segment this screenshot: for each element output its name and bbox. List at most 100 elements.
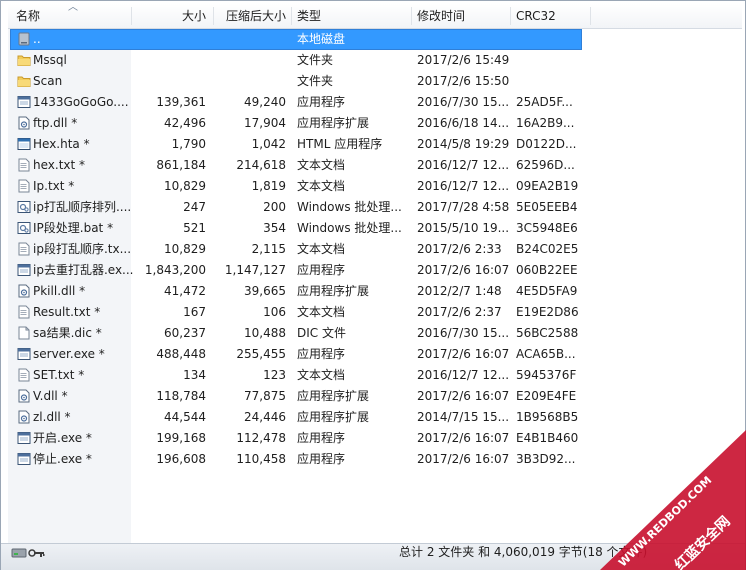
modified-time: 2017/2/6 2:37 bbox=[417, 305, 502, 319]
modified-time: 2012/2/7 1:48 bbox=[417, 284, 502, 298]
crc-value bbox=[516, 50, 596, 71]
file-row[interactable]: ip打乱顺序排列.... 247 200 Windows 批处理... 2017/7/2… bbox=[8, 197, 742, 218]
exe-icon bbox=[17, 263, 31, 277]
packed-size: 106 bbox=[263, 305, 286, 319]
file-row[interactable]: 开启.exe * 199,168 112,478 应用程序 2017/2/6 16:07… bbox=[8, 428, 742, 449]
file-name: Hex.hta * bbox=[33, 137, 90, 151]
file-row[interactable]: Hex.hta * 1,790 1,042 HTML 应用程序 2014/5/8 19:… bbox=[8, 134, 742, 155]
file-size bbox=[132, 29, 206, 50]
file-size: 199,168 bbox=[156, 431, 206, 445]
crc-value bbox=[516, 71, 596, 92]
file-name: Pkill.dll * bbox=[33, 284, 86, 298]
file-row[interactable]: 1433GoGoGo.... 139,361 49,240 应用程序 2016/7/30… bbox=[8, 92, 742, 113]
drive-icon bbox=[17, 32, 31, 46]
file-row[interactable]: V.dll * 118,784 77,875 应用程序扩展 2017/2/6 16:07… bbox=[8, 386, 742, 407]
modified-time: 2017/2/6 16:07 bbox=[417, 452, 510, 466]
dll-icon bbox=[17, 284, 31, 298]
file-row[interactable]: .. 本地磁盘 bbox=[8, 29, 742, 50]
exe-icon bbox=[17, 95, 31, 109]
crc-value: 3B3D92... bbox=[516, 452, 576, 466]
file-size: 41,472 bbox=[164, 284, 206, 298]
file-size bbox=[132, 50, 206, 71]
crc-value: E19E2D86 bbox=[516, 305, 579, 319]
modified-time: 2017/2/6 16:07 bbox=[417, 263, 510, 277]
status-icons bbox=[11, 546, 47, 563]
column-type-header[interactable]: 类型 bbox=[297, 4, 321, 28]
file-type: 文本文档 bbox=[297, 305, 346, 319]
modified-time: 2017/2/6 16:07 bbox=[417, 389, 510, 403]
file-size: 167 bbox=[183, 305, 206, 319]
file-type: 应用程序 bbox=[297, 431, 346, 445]
file-size: 1,843,200 bbox=[144, 263, 206, 277]
crc-value: 5E05EEB4 bbox=[516, 200, 578, 214]
key-status-icon bbox=[28, 549, 45, 557]
file-type: 文本文档 bbox=[297, 158, 346, 172]
file-name: Mssql bbox=[33, 53, 67, 67]
crc-value: 060B22EE bbox=[516, 263, 578, 277]
column-name-header[interactable]: 名称 bbox=[16, 4, 40, 28]
crc-value: E4B1B460 bbox=[516, 431, 579, 445]
file-type: Windows 批处理... bbox=[297, 221, 402, 235]
file-type: 文件夹 bbox=[297, 74, 334, 88]
modified-time: 2016/7/30 15... bbox=[417, 326, 510, 340]
file-row[interactable]: sa结果.dic * 60,237 10,488 DIC 文件 2016/7/30 15… bbox=[8, 323, 742, 344]
file-row[interactable]: SET.txt * 134 123 文本文档 2016/12/7 12... 594537… bbox=[8, 365, 742, 386]
file-size: 60,237 bbox=[164, 326, 206, 340]
file-type: 本地磁盘 bbox=[297, 32, 346, 46]
column-size-header[interactable]: 大小 bbox=[132, 4, 206, 28]
packed-size bbox=[218, 50, 286, 71]
file-type: HTML 应用程序 bbox=[297, 137, 383, 151]
file-name: V.dll * bbox=[33, 389, 68, 403]
file-row[interactable]: IP段处理.bat * 521 354 Windows 批处理... 2015/5/10… bbox=[8, 218, 742, 239]
file-name: 停止.exe * bbox=[33, 452, 92, 466]
packed-size: 354 bbox=[263, 221, 286, 235]
column-divider[interactable] bbox=[291, 7, 292, 25]
crc-value: ACA65B... bbox=[516, 347, 576, 361]
txt-icon bbox=[17, 179, 31, 193]
column-divider[interactable] bbox=[590, 7, 591, 25]
file-row[interactable]: zl.dll * 44,544 24,446 应用程序扩展 2014/7/15 15..… bbox=[8, 407, 742, 428]
file-size: 10,829 bbox=[164, 179, 206, 193]
file-type: Windows 批处理... bbox=[297, 200, 402, 214]
modified-time bbox=[417, 29, 517, 50]
file-name: ip去重打乱器.ex... bbox=[33, 263, 134, 277]
column-divider[interactable] bbox=[213, 7, 214, 25]
column-name-label: 名称 bbox=[16, 9, 41, 23]
file-row[interactable]: Ip.txt * 10,829 1,819 文本文档 2016/12/7 12... 09… bbox=[8, 176, 742, 197]
file-name: zl.dll * bbox=[33, 410, 71, 424]
file-size: 42,496 bbox=[164, 116, 206, 130]
column-divider[interactable] bbox=[510, 7, 511, 25]
file-row[interactable]: ip去重打乱器.ex... 1,843,200 1,147,127 应用程序 2017/… bbox=[8, 260, 742, 281]
file-type: 应用程序扩展 bbox=[297, 389, 370, 403]
modified-time: 2017/2/6 16:07 bbox=[417, 347, 510, 361]
file-name: server.exe * bbox=[33, 347, 105, 361]
crc-value: 62596D... bbox=[516, 158, 575, 172]
file-size: 861,184 bbox=[156, 158, 206, 172]
packed-size: 24,446 bbox=[244, 410, 286, 424]
file-size: 44,544 bbox=[164, 410, 206, 424]
file-row[interactable]: ftp.dll * 42,496 17,904 应用程序扩展 2016/6/18 14.… bbox=[8, 113, 742, 134]
file-row[interactable]: hex.txt * 861,184 214,618 文本文档 2016/12/7 12.… bbox=[8, 155, 742, 176]
modified-time: 2014/5/8 19:29 bbox=[417, 137, 510, 151]
file-row[interactable]: Pkill.dll * 41,472 39,665 应用程序扩展 2012/2/7 1:… bbox=[8, 281, 742, 302]
crc-value: B24C02E5 bbox=[516, 242, 579, 256]
file-row[interactable]: Scan 文件夹 2017/2/6 15:50 bbox=[8, 71, 742, 92]
file-row[interactable]: Result.txt * 167 106 文本文档 2017/2/6 2:37 E19E2… bbox=[8, 302, 742, 323]
file-row[interactable]: ip段打乱顺序.tx... 10,829 2,115 文本文档 2017/2/6 2:3… bbox=[8, 239, 742, 260]
packed-size: 1,819 bbox=[251, 179, 286, 193]
file-type: 应用程序扩展 bbox=[297, 116, 370, 130]
file-row[interactable]: 停止.exe * 196,608 110,458 应用程序 2017/2/6 16:07… bbox=[8, 449, 742, 470]
file-name: ftp.dll * bbox=[33, 116, 78, 130]
column-header-bar: 名称 ︿ 大小 压缩后大小 类型 修改时间 CRC32 bbox=[8, 2, 742, 29]
folder-icon bbox=[17, 53, 31, 67]
modified-time: 2016/12/7 12... bbox=[417, 368, 510, 382]
column-modified-header[interactable]: 修改时间 bbox=[417, 4, 465, 28]
file-type: 应用程序扩展 bbox=[297, 410, 370, 424]
column-packed-header[interactable]: 压缩后大小 bbox=[218, 4, 286, 28]
file-row[interactable]: server.exe * 488,448 255,455 应用程序 2017/2/6 1… bbox=[8, 344, 742, 365]
sort-ascending-icon: ︿ bbox=[68, 2, 78, 13]
column-crc-header[interactable]: CRC32 bbox=[516, 4, 556, 28]
file-type: 应用程序 bbox=[297, 95, 346, 109]
column-divider[interactable] bbox=[411, 7, 412, 25]
file-row[interactable]: Mssql 文件夹 2017/2/6 15:49 bbox=[8, 50, 742, 71]
